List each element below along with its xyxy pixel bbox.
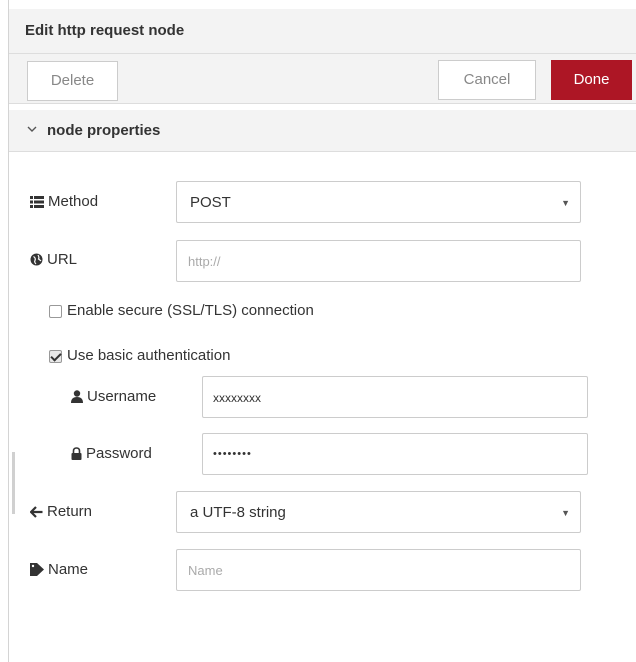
globe-icon: [30, 253, 43, 266]
return-value: a UTF-8 string: [190, 504, 286, 521]
username-value: xxxxxxxx: [213, 391, 261, 405]
secure-connection-label: Enable secure (SSL/TLS) connection: [67, 302, 314, 319]
secure-connection-checkbox[interactable]: [49, 305, 62, 318]
node-properties-section-header[interactable]: node properties: [9, 110, 636, 152]
return-label: Return: [30, 503, 92, 520]
url-placeholder: http://: [188, 254, 221, 269]
password-label: Password: [71, 445, 152, 462]
method-value: POST: [190, 194, 231, 211]
cancel-button[interactable]: Cancel: [438, 60, 536, 100]
section-title: node properties: [47, 122, 161, 139]
lock-icon: [71, 447, 82, 460]
user-icon: [71, 390, 83, 403]
method-select[interactable]: POST ▼: [176, 181, 581, 223]
tray-toolbar: Delete Cancel Done: [9, 54, 636, 104]
username-label: Username: [71, 388, 156, 405]
password-value: ••••••••: [213, 448, 252, 460]
method-label: Method: [30, 193, 98, 210]
username-input[interactable]: xxxxxxxx: [202, 376, 588, 418]
url-label: URL: [30, 251, 77, 268]
basic-auth-checkbox[interactable]: [49, 350, 62, 363]
password-input[interactable]: ••••••••: [202, 433, 588, 475]
caret-down-icon: ▼: [561, 198, 570, 208]
edit-tray: Edit http request node Delete Cancel Don…: [9, 0, 636, 662]
basic-auth-label: Use basic authentication: [67, 347, 231, 364]
caret-down-icon: ▼: [561, 508, 570, 518]
name-input[interactable]: Name: [176, 549, 581, 591]
name-placeholder: Name: [188, 563, 223, 578]
done-button[interactable]: Done: [551, 60, 632, 100]
tray-title: Edit http request node: [25, 22, 185, 39]
name-label: Name: [30, 561, 88, 578]
delete-button[interactable]: Delete: [27, 61, 118, 101]
tray-header: Edit http request node: [9, 9, 636, 54]
url-input[interactable]: http://: [176, 240, 581, 282]
arrow-left-icon: [30, 506, 43, 518]
list-icon: [30, 196, 44, 208]
chevron-down-icon: [27, 126, 37, 132]
return-select[interactable]: a UTF-8 string ▼: [176, 491, 581, 533]
tag-icon: [30, 563, 44, 576]
